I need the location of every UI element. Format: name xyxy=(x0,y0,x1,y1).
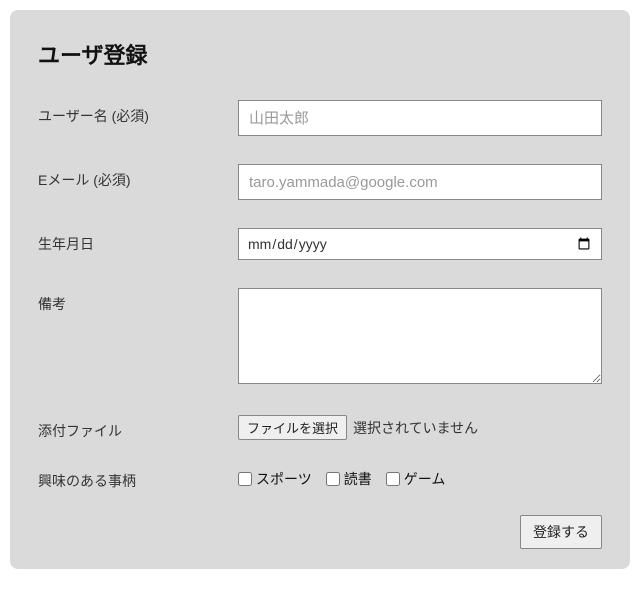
file-status-text: 選択されていません xyxy=(353,418,478,438)
interest-label-sports: スポーツ xyxy=(256,469,312,489)
username-input[interactable] xyxy=(238,100,602,136)
email-field-wrap xyxy=(238,164,602,200)
birthday-row: 生年月日 xyxy=(38,228,602,260)
notes-label: 備考 xyxy=(38,288,238,314)
interests-label: 興味のある事柄 xyxy=(38,465,238,491)
username-field-wrap xyxy=(238,100,602,136)
birthday-label: 生年月日 xyxy=(38,228,238,254)
email-label: Eメール (必須) xyxy=(38,164,238,190)
interest-option-sports[interactable]: スポーツ xyxy=(238,469,312,489)
interest-option-reading[interactable]: 読書 xyxy=(326,469,372,489)
attachment-label: 添付ファイル xyxy=(38,415,238,441)
interest-checkbox-reading[interactable] xyxy=(326,472,340,486)
file-select-button[interactable]: ファイルを選択 xyxy=(238,415,347,440)
interests-row: 興味のある事柄 スポーツ 読書 ゲーム xyxy=(38,465,602,491)
birthday-input[interactable] xyxy=(238,228,602,260)
username-label: ユーザー名 (必須) xyxy=(38,100,238,126)
email-row: Eメール (必須) xyxy=(38,164,602,200)
file-control: ファイルを選択 選択されていません xyxy=(238,415,602,440)
form-title: ユーザ登録 xyxy=(38,38,602,70)
attachment-field-wrap: ファイルを選択 選択されていません xyxy=(238,415,602,440)
interest-label-games: ゲーム xyxy=(404,469,446,489)
notes-row: 備考 xyxy=(38,288,602,387)
interest-label-reading: 読書 xyxy=(344,469,372,489)
attachment-row: 添付ファイル ファイルを選択 選択されていません xyxy=(38,415,602,441)
notes-textarea[interactable] xyxy=(238,288,602,384)
email-input[interactable] xyxy=(238,164,602,200)
interests-field-wrap: スポーツ 読書 ゲーム xyxy=(238,465,602,489)
interests-checkbox-group: スポーツ 読書 ゲーム xyxy=(238,465,602,489)
notes-field-wrap xyxy=(238,288,602,387)
interest-option-games[interactable]: ゲーム xyxy=(386,469,446,489)
username-row: ユーザー名 (必須) xyxy=(38,100,602,136)
submit-row: 登録する xyxy=(38,515,602,549)
birthday-field-wrap xyxy=(238,228,602,260)
interest-checkbox-games[interactable] xyxy=(386,472,400,486)
submit-button[interactable]: 登録する xyxy=(520,515,602,549)
interest-checkbox-sports[interactable] xyxy=(238,472,252,486)
user-registration-form: ユーザ登録 ユーザー名 (必須) Eメール (必須) 生年月日 備考 添付ファイ… xyxy=(10,10,630,569)
